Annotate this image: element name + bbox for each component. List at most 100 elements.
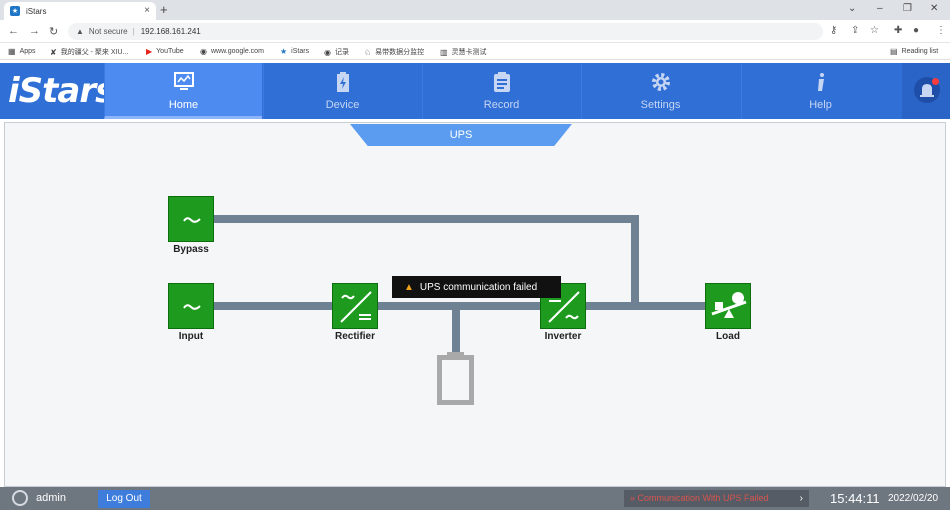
back-arrow-icon[interactable]: ← [8,25,19,37]
rectifier-block[interactable] [332,283,378,329]
load-icon [711,292,747,318]
address-bar-row: ← → ↻ ▲ Not secure | 192.168.161.241 ⚷ ⇪… [0,20,950,43]
bookmark-apps[interactable]: ▦ Apps [8,47,36,56]
alarm-ticker[interactable]: » Communication With UPS Failed › [624,490,809,507]
bookmark-icon: ▥ [440,47,448,57]
battery-line [452,306,460,356]
tab-settings[interactable]: Settings [581,63,739,119]
bypass-block[interactable] [168,196,214,242]
url-host: 192.168.161.241 [140,27,201,36]
clipboard-icon [493,72,510,92]
reading-list-label: Reading list [901,48,939,55]
alarm-bell-button[interactable] [902,63,950,119]
rectifier-label: Rectifier [334,331,375,342]
key-icon[interactable]: ⚷ [830,25,837,36]
bookmark-label: 我的疆父 - 聚来 XIU... [60,49,129,56]
tab-home[interactable]: Home [104,63,262,119]
bookmark-item[interactable]: ◉ 记录 [324,47,349,57]
bookmark-label: YouTube [156,48,184,55]
forward-arrow-icon[interactable]: → [29,25,40,37]
tab-label: Device [325,99,360,111]
bookmark-label: www.google.com [210,48,264,55]
url-field[interactable]: ▲ Not secure | 192.168.161.241 [68,23,823,40]
ac-wave-icon [183,304,201,310]
menu-icon[interactable]: ⋮ [936,25,946,36]
battery-device-icon [336,72,349,92]
bookmark-label: Apps [19,48,36,55]
user-icon [12,490,28,506]
battery-icon[interactable] [437,355,474,405]
tab-search-icon[interactable]: ⌄ [848,3,856,14]
tab-help[interactable]: Help [741,63,899,119]
notification-dot [932,78,939,85]
bypass-label: Bypass [173,244,209,255]
input-block[interactable] [168,283,214,329]
browser-tab[interactable]: ★ iStars × [4,2,156,20]
browser-tab-bar: ★ iStars × + ⌄ – ❐ ✕ [0,0,950,20]
bookmark-item[interactable]: ♘ 易带数据分监控 [364,47,424,57]
monitor-icon [173,72,194,90]
istars-favicon-icon: ★ [10,6,20,16]
status-footer: admin Log Out » Communication With UPS F… [0,487,950,510]
app-root: ★ iStars × + ⌄ – ❐ ✕ ← → ↻ ▲ Not secure … [0,0,950,510]
chevron-right-icon[interactable]: › [800,490,803,507]
ac-wave-icon [183,217,201,223]
security-label: Not secure [88,27,128,36]
main-power-line [214,302,706,310]
new-tab-button[interactable]: + [160,2,168,17]
app-header: iStars Home Device Record Settings Help [0,63,950,119]
bookmark-youtube[interactable]: ▶ YouTube [146,47,184,56]
inverter-label: Inverter [544,331,582,342]
communication-error-toast: ▲ UPS communication failed [392,276,561,298]
profile-icon[interactable]: ● [913,25,919,36]
tab-device[interactable]: Device [263,63,421,119]
apps-grid-icon: ▦ [8,47,16,56]
globe-icon: ◉ [200,47,207,56]
username: admin [36,492,66,504]
battery-terminal [447,352,464,358]
bookmark-label: 记录 [334,49,349,56]
clock-date: 2022/02/20 [888,493,939,504]
reading-list[interactable]: ▤ Reading list [890,47,938,56]
minimize-button[interactable]: – [877,3,883,14]
bookmark-x-icon: ✘ [50,47,57,57]
bookmarks-bar: ▦ Apps ✘ 我的疆父 - 聚来 XIU... ▶ YouTube ◉ www.go… [0,43,950,60]
tab-record[interactable]: Record [422,63,580,119]
bookmark-item[interactable]: ▥ 灵慧卡测试 [440,47,487,57]
rectifier-icon [340,291,372,323]
star-bookmark-icon[interactable]: ☆ [870,25,879,36]
bookmark-google[interactable]: ◉ www.google.com [200,47,264,56]
youtube-icon: ▶ [146,47,153,56]
bypass-drop-line [631,215,639,306]
bookmark-label: 易带数据分监控 [375,49,425,56]
warning-icon: ▲ [404,281,414,293]
load-label: Load [716,331,740,342]
tab-label: Help [809,99,832,111]
ups-section-tab[interactable]: UPS [350,124,572,146]
bookmark-istars[interactable]: ★ iStars [280,47,309,56]
istars-logo: iStars [8,71,115,111]
close-tab-icon[interactable]: × [144,5,150,16]
bookmark-icon: ♘ [364,47,372,57]
load-block[interactable] [705,283,751,329]
close-window-button[interactable]: ✕ [930,3,938,14]
toast-message: UPS communication failed [419,281,538,293]
info-icon [817,73,824,91]
tab-label: Record [483,99,520,111]
url-separator: | [132,27,135,36]
alarm-message: » Communication With UPS Failed [630,493,769,503]
istars-favicon-icon: ★ [280,47,288,56]
bookmark-label: iStars [291,48,310,55]
extensions-icon[interactable]: ✚ [894,25,902,36]
reading-list-icon: ▤ [890,47,898,56]
bookmark-label: 灵慧卡测试 [451,49,487,56]
reload-icon[interactable]: ↻ [49,25,58,38]
logout-button[interactable]: Log Out [98,490,150,508]
share-icon[interactable]: ⇪ [851,25,859,36]
input-label: Input [178,331,204,342]
globe-icon: ◉ [324,47,331,57]
restore-button[interactable]: ❐ [903,3,912,14]
clock-time: 15:44:11 [830,491,880,506]
bypass-line [214,215,639,223]
bookmark-item[interactable]: ✘ 我的疆父 - 聚来 XIU... [50,47,128,57]
